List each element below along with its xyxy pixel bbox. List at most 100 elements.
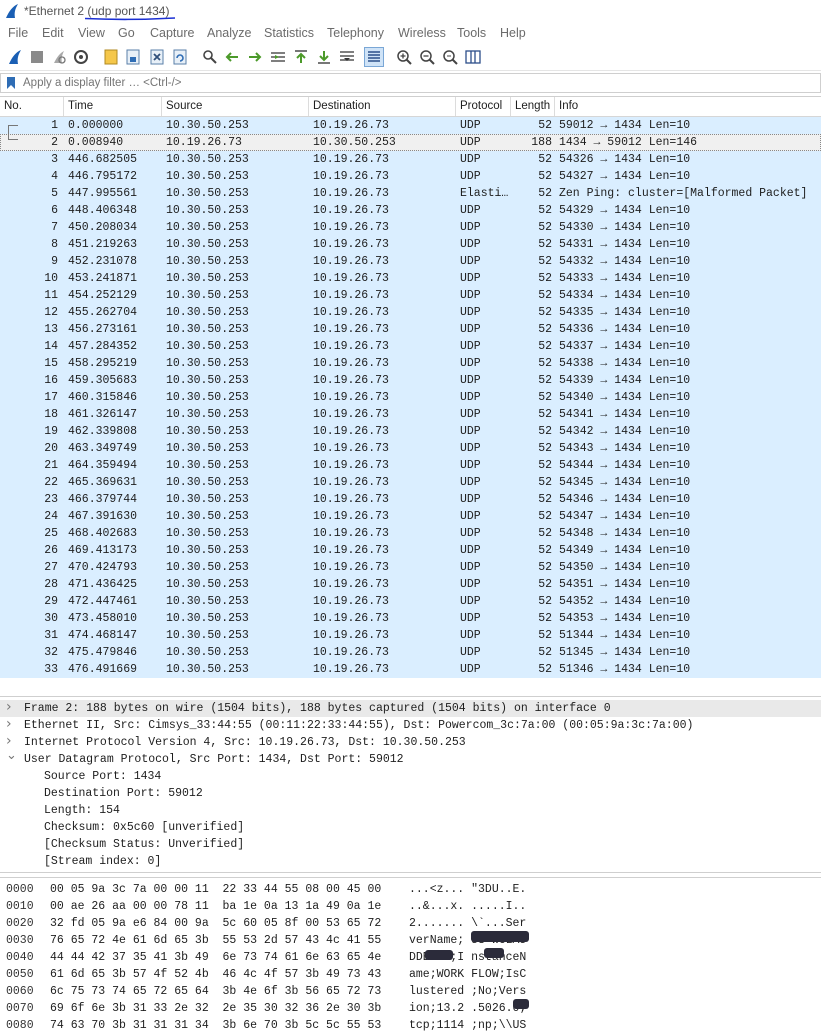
packet-row[interactable]: 25 468.402683 10.30.50.253 10.19.26.73 UDP 52… [0,525,821,542]
menu-capture[interactable]: Capture [150,26,194,40]
save-file-icon[interactable] [124,48,142,66]
last-packet-icon[interactable] [315,48,333,66]
detail-tree-item[interactable]: › Internet Protocol Version 4, Src: 10.19… [0,733,821,751]
packet-row[interactable]: 29 472.447461 10.30.50.253 10.19.26.73 UDP 52… [0,593,821,610]
packet-row[interactable]: 4 446.795172 10.30.50.253 10.19.26.73 UDP 52 5… [0,168,821,185]
hex-bytes[interactable]: 32 fd 05 9a e6 84 00 9a 5c 60 05 8f 00 5… [50,917,381,930]
packet-row[interactable]: 32 475.479846 10.30.50.253 10.19.26.73 UDP 52… [0,644,821,661]
hex-bytes[interactable]: 76 65 72 4e 61 6d 65 3b 55 53 2d 57 43 4… [50,934,381,947]
detail-field[interactable]: [Checksum Status: Unverified] [0,836,821,853]
chevron-down-icon[interactable]: ⌄ [6,748,17,763]
hex-bytes[interactable]: 00 05 9a 3c 7a 00 00 11 22 33 44 55 08 0… [50,883,381,896]
ascii-bytes[interactable]: 2....... \`...Ser [409,917,526,930]
menu-edit[interactable]: Edit [42,26,64,40]
detail-field[interactable]: [Stream index: 0] [0,853,821,870]
packet-row[interactable]: 8 451.219263 10.30.50.253 10.19.26.73 UDP 52 5… [0,236,821,253]
packet-row[interactable]: 33 476.491669 10.30.50.253 10.19.26.73 UDP 52… [0,661,821,678]
packet-row[interactable]: 5 447.995561 10.30.50.253 10.19.26.73 Elasti… [0,185,821,202]
packet-row[interactable]: 2 0.008940 10.19.26.73 10.30.50.253 UDP 188 14… [0,134,821,151]
packet-row[interactable]: 22 465.369631 10.30.50.253 10.19.26.73 UDP 52… [0,474,821,491]
packet-row[interactable]: 12 455.262704 10.30.50.253 10.19.26.73 UDP 52… [0,304,821,321]
first-packet-icon[interactable] [292,48,310,66]
hex-bytes[interactable]: 00 ae 26 aa 00 00 78 11 ba 1e 0a 13 1a 4… [50,900,381,913]
go-forward-icon[interactable] [246,48,264,66]
restart-capture-icon[interactable] [50,48,68,66]
detail-tree-item[interactable]: ⌄ User Datagram Protocol, Src Port: 1434,… [0,748,821,768]
packet-row[interactable]: 9 452.231078 10.30.50.253 10.19.26.73 UDP 52 5… [0,253,821,270]
zoom-in-icon[interactable] [395,48,413,66]
start-capture-icon[interactable] [6,48,24,66]
packet-row[interactable]: 27 470.424793 10.30.50.253 10.19.26.73 UDP 52… [0,559,821,576]
packet-row[interactable]: 16 459.305683 10.30.50.253 10.19.26.73 UDP 52… [0,372,821,389]
colorize-icon[interactable] [364,47,384,67]
col-header-info[interactable]: Info [559,100,578,112]
menu-telephony[interactable]: Telephony [327,26,384,40]
menu-analyze[interactable]: Analyze [207,26,251,40]
close-file-icon[interactable] [148,48,166,66]
menu-file[interactable]: File [8,26,28,40]
display-filter-input[interactable] [21,74,815,92]
packet-row[interactable]: 7 450.208034 10.30.50.253 10.19.26.73 UDP 52 5… [0,219,821,236]
find-packet-icon[interactable] [201,48,219,66]
ascii-bytes[interactable]: ..&...x. .....I.. [409,900,526,913]
ascii-bytes[interactable]: lustered ;No;Vers [409,985,526,998]
bookmark-icon[interactable] [6,76,16,90]
reload-file-icon[interactable] [171,48,189,66]
col-header-length[interactable]: Length [515,100,550,112]
menu-statistics[interactable]: Statistics [264,26,314,40]
zoom-out-icon[interactable] [418,48,436,66]
resize-columns-icon[interactable] [464,48,482,66]
packet-row[interactable]: 3 446.682505 10.30.50.253 10.19.26.73 UDP 52 5… [0,151,821,168]
col-header-protocol[interactable]: Protocol [460,100,502,112]
hex-offset[interactable]: 0020 [6,917,34,930]
col-header-time[interactable]: Time [68,100,93,112]
autoscroll-icon[interactable] [338,48,356,66]
packet-row[interactable]: 23 466.379744 10.30.50.253 10.19.26.73 UDP 52… [0,491,821,508]
capture-options-icon[interactable] [72,48,90,66]
menu-help[interactable]: Help [500,26,526,40]
detail-field[interactable]: Source Port: 1434 [0,768,821,785]
ascii-bytes[interactable]: ...<z... "3DU..E. [409,883,526,896]
detail-tree-item[interactable]: › Ethernet II, Src: Cimsys_33:44:55 (00:1… [0,716,821,734]
hex-bytes[interactable]: 6c 75 73 74 65 72 65 64 3b 4e 6f 3b 56 6… [50,985,381,998]
menu-view[interactable]: View [78,26,105,40]
packet-row[interactable]: 28 471.436425 10.30.50.253 10.19.26.73 UDP 52… [0,576,821,593]
menu-tools[interactable]: Tools [457,26,486,40]
hex-offset[interactable]: 0010 [6,900,34,913]
hex-offset[interactable]: 0070 [6,1002,34,1015]
go-to-packet-icon[interactable] [269,48,287,66]
packet-row[interactable]: 21 464.359494 10.30.50.253 10.19.26.73 UDP 52… [0,457,821,474]
hex-bytes[interactable]: 44 44 42 37 35 41 3b 49 6e 73 74 61 6e 6… [50,951,381,964]
col-header-source[interactable]: Source [166,100,202,112]
detail-field[interactable]: Checksum: 0x5c60 [unverified] [0,819,821,836]
packet-row[interactable]: 1 0.000000 10.30.50.253 10.19.26.73 UDP 52 590… [0,117,821,135]
packet-row[interactable]: 13 456.273161 10.30.50.253 10.19.26.73 UDP 52… [0,321,821,338]
packet-row[interactable]: 20 463.349749 10.30.50.253 10.19.26.73 UDP 52… [0,440,821,457]
col-header-destination[interactable]: Destination [313,100,371,112]
packet-row[interactable]: 14 457.284352 10.30.50.253 10.19.26.73 UDP 52… [0,338,821,355]
packet-row[interactable]: 24 467.391630 10.30.50.253 10.19.26.73 UDP 52… [0,508,821,525]
open-file-icon[interactable] [102,48,120,66]
packet-row[interactable]: 6 448.406348 10.30.50.253 10.19.26.73 UDP 52 5… [0,202,821,219]
hex-offset[interactable]: 0060 [6,985,34,998]
chevron-right-icon[interactable]: › [6,716,16,732]
packet-row[interactable]: 10 453.241871 10.30.50.253 10.19.26.73 UDP 52… [0,270,821,287]
chevron-right-icon[interactable]: › [6,699,16,715]
go-back-icon[interactable] [223,48,241,66]
packet-row[interactable]: 18 461.326147 10.30.50.253 10.19.26.73 UDP 52… [0,406,821,423]
packet-row[interactable]: 19 462.339808 10.30.50.253 10.19.26.73 UDP 52… [0,423,821,440]
detail-tree-item[interactable]: › Frame 2: 188 bytes on wire (1504 bits),… [0,699,821,717]
hex-offset[interactable]: 0050 [6,968,34,981]
hex-offset[interactable]: 0000 [6,883,34,896]
packet-row[interactable]: 26 469.413173 10.30.50.253 10.19.26.73 UDP 52… [0,542,821,559]
normal-size-icon[interactable] [441,48,459,66]
ascii-bytes[interactable]: ion;13.2 .5026.0; [409,1002,526,1015]
detail-field[interactable]: Destination Port: 59012 [0,785,821,802]
stop-capture-icon[interactable] [28,48,46,66]
menu-wireless[interactable]: Wireless [398,26,446,40]
hex-bytes[interactable]: 69 6f 6e 3b 31 33 2e 32 2e 35 30 32 36 2… [50,1002,381,1015]
packet-row[interactable]: 31 474.468147 10.30.50.253 10.19.26.73 UDP 52… [0,627,821,644]
packet-row[interactable]: 11 454.252129 10.30.50.253 10.19.26.73 UDP 52… [0,287,821,304]
ascii-bytes[interactable]: ame;WORK FLOW;IsC [409,968,526,981]
hex-offset[interactable]: 0040 [6,951,34,964]
